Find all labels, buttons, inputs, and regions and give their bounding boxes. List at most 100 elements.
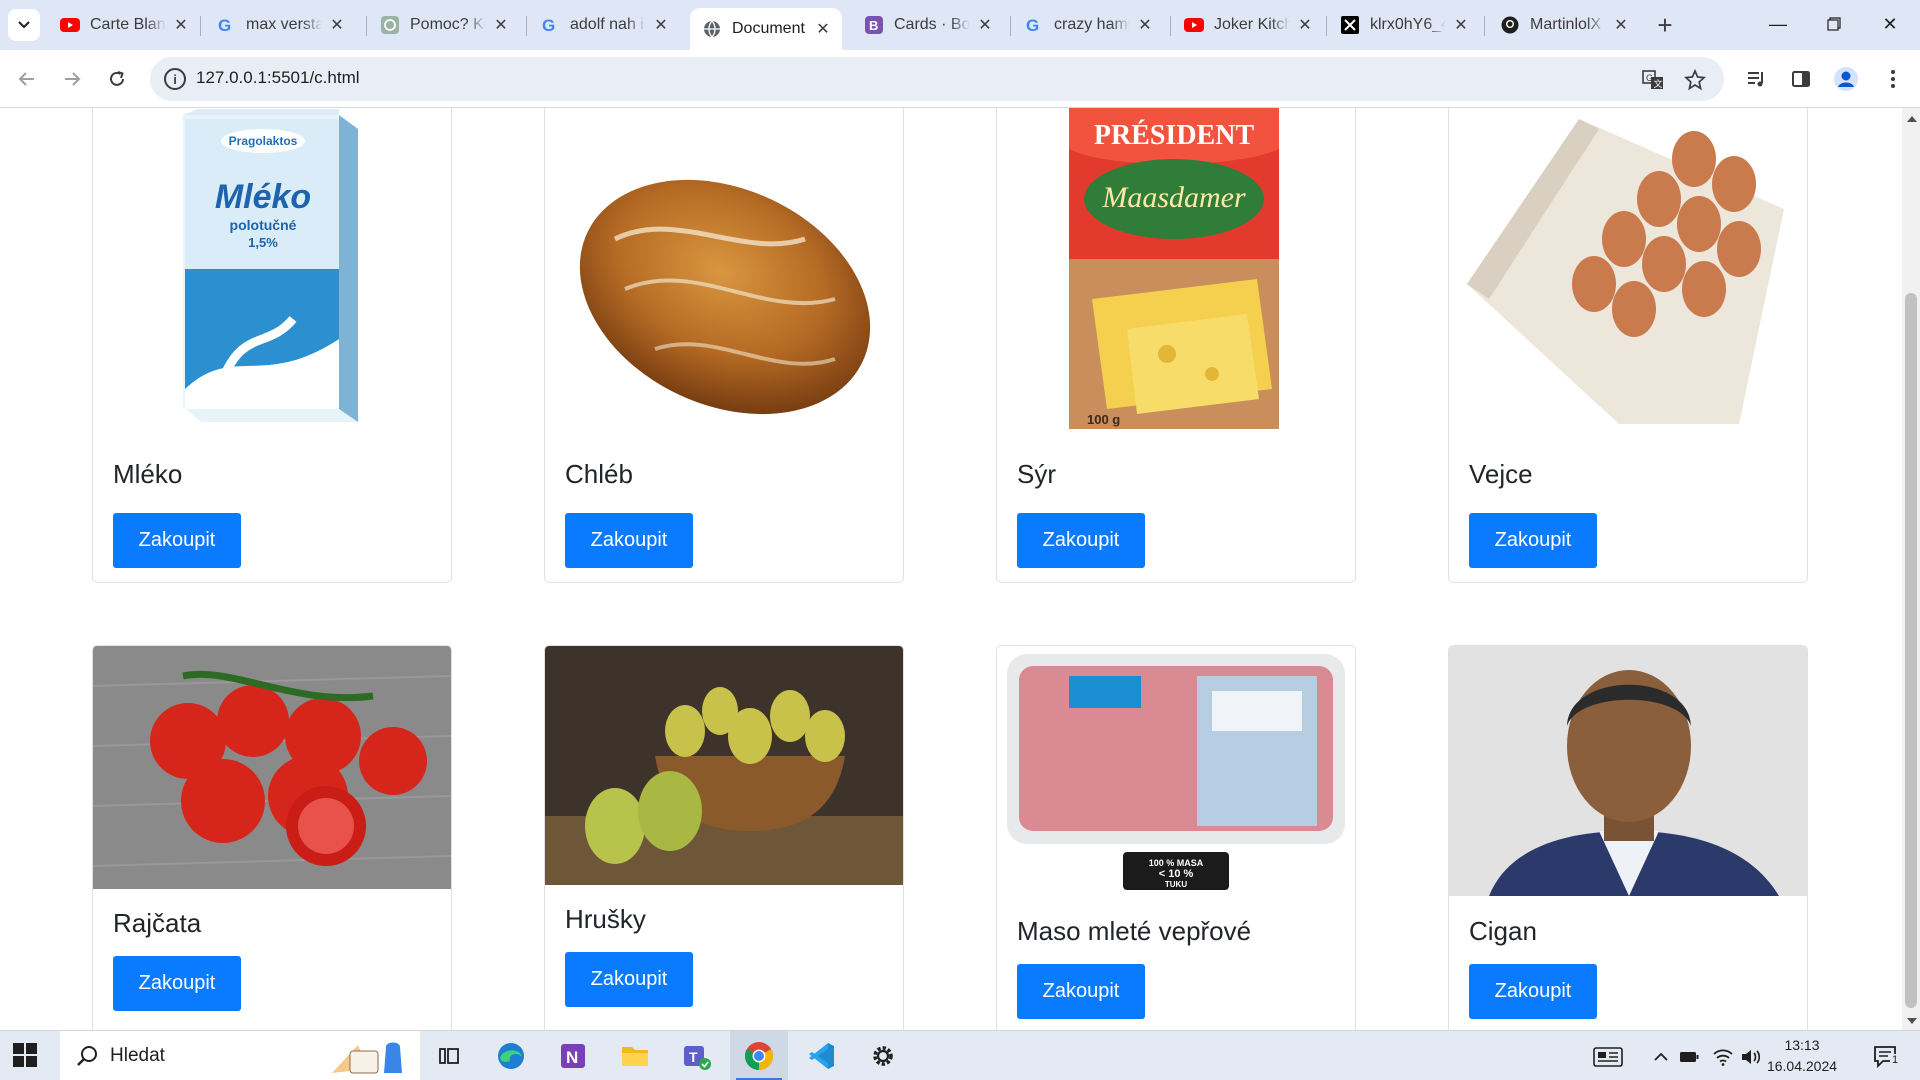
- svg-text:Mléko: Mléko: [215, 178, 311, 216]
- product-card-cigan: Cigan Zakoupit: [1448, 645, 1808, 1030]
- media-control-icon[interactable]: [1742, 64, 1772, 94]
- taskbar-vscode[interactable]: [792, 1031, 850, 1080]
- close-icon[interactable]: ✕: [1296, 16, 1314, 34]
- close-icon[interactable]: ✕: [1136, 16, 1154, 34]
- taskbar-teams[interactable]: T: [668, 1031, 726, 1080]
- buy-button-maso[interactable]: Zakoupit: [1017, 964, 1145, 1019]
- new-tab-button[interactable]: +: [1650, 10, 1680, 40]
- clock-date: 16.04.2024: [1766, 1058, 1838, 1074]
- wifi-icon[interactable]: [1710, 1044, 1736, 1070]
- close-icon[interactable]: ✕: [652, 16, 670, 34]
- translate-icon[interactable]: G文: [1640, 67, 1666, 93]
- taskbar-search-box[interactable]: Hledat: [60, 1031, 420, 1080]
- tab-label: crazy hamster: [1054, 16, 1130, 33]
- vertical-scrollbar[interactable]: [1902, 108, 1920, 1030]
- github-icon: [1500, 15, 1520, 35]
- product-card-chleb: Chléb Zakoupit: [544, 108, 904, 583]
- tab-chatgpt[interactable]: Pomoc? Kartáč ✕: [368, 8, 520, 42]
- buy-button-hrusky[interactable]: Zakoupit: [565, 952, 693, 1007]
- svg-text:G: G: [542, 16, 555, 34]
- tab-search-button[interactable]: [8, 9, 40, 41]
- google-icon: G: [1024, 15, 1044, 35]
- restore-button[interactable]: [1806, 0, 1862, 48]
- windows-start-button[interactable]: [12, 1042, 38, 1068]
- windows-taskbar: Hledat N T 13:13 16.04.2024 1: [0, 1030, 1920, 1080]
- tab-google-search-2[interactable]: G adolf nah i ✕: [528, 8, 680, 42]
- close-icon[interactable]: ✕: [492, 16, 510, 34]
- tab-google-search-3[interactable]: G crazy hamster ✕: [1012, 8, 1164, 42]
- bookmark-star-icon[interactable]: [1682, 67, 1708, 93]
- arrow-right-icon: [65, 72, 81, 86]
- svg-text:文: 文: [1654, 78, 1663, 89]
- svg-text:100 % MASA: 100 % MASA: [1149, 858, 1204, 868]
- taskbar-chrome[interactable]: [730, 1031, 788, 1080]
- taskbar-onenote[interactable]: N: [544, 1031, 602, 1080]
- svg-text:Pragolaktos: Pragolaktos: [229, 134, 298, 148]
- buy-button-syr[interactable]: Zakoupit: [1017, 513, 1145, 568]
- plus-icon: +: [1657, 9, 1673, 40]
- tab-github[interactable]: MartinlolX ✕: [1488, 8, 1640, 42]
- tab-youtube-carte-blanche[interactable]: Carte Blanche ✕: [48, 8, 200, 42]
- man-portrait-image: [1449, 646, 1807, 896]
- edge-icon: [498, 1043, 524, 1069]
- scroll-down-arrow-icon[interactable]: [1907, 1018, 1917, 1024]
- news-widget-icon[interactable]: [1592, 1044, 1624, 1070]
- svg-text:G: G: [218, 16, 231, 34]
- profile-avatar-icon[interactable]: [1831, 64, 1861, 94]
- scroll-up-arrow-icon[interactable]: [1907, 116, 1917, 122]
- search-icon: [77, 1046, 97, 1066]
- buy-button-chleb[interactable]: Zakoupit: [565, 513, 693, 568]
- close-icon[interactable]: ✕: [328, 16, 346, 34]
- tab-bootstrap-cards[interactable]: B Cards · Bootstrap ✕: [852, 8, 1004, 42]
- side-panel-icon[interactable]: [1786, 64, 1816, 94]
- globe-icon: [702, 19, 722, 39]
- url-text[interactable]: 127.0.0.1:5501/c.html: [196, 68, 360, 88]
- back-button[interactable]: [10, 62, 44, 96]
- onenote-icon: N: [561, 1044, 585, 1068]
- tab-label: klrx0hY6_4: [1370, 16, 1446, 33]
- close-icon[interactable]: ✕: [814, 20, 832, 38]
- cheese-package-image: PRÉSIDENT Maasdamer 100 g: [997, 108, 1355, 429]
- buy-button-vejce[interactable]: Zakoupit: [1469, 513, 1597, 568]
- close-icon[interactable]: ✕: [172, 16, 190, 34]
- milk-carton-image: Pragolaktos Mléko polotučné 1,5%: [93, 108, 451, 429]
- taskbar-settings[interactable]: [854, 1031, 912, 1080]
- tab-youtube-joker[interactable]: Joker Kitchen ✕: [1172, 8, 1324, 42]
- taskbar-edge[interactable]: [482, 1031, 540, 1080]
- svg-text:100 g: 100 g: [1087, 412, 1120, 427]
- taskbar-task-view[interactable]: [420, 1031, 478, 1080]
- tab-google-search[interactable]: G max verstappen ✕: [204, 8, 356, 42]
- svg-text:Maasdamer: Maasdamer: [1101, 181, 1246, 214]
- close-icon[interactable]: ✕: [976, 16, 994, 34]
- tab-label: Document: [732, 20, 805, 37]
- reload-button[interactable]: [100, 62, 134, 96]
- speaker-icon[interactable]: [1738, 1044, 1764, 1070]
- buy-button-rajcata[interactable]: Zakoupit: [113, 956, 241, 1011]
- tab-x[interactable]: klrx0hY6_4 ✕: [1328, 8, 1480, 42]
- close-icon[interactable]: ✕: [1612, 16, 1630, 34]
- tab-label: Carte Blanche: [90, 16, 166, 33]
- battery-icon[interactable]: [1676, 1044, 1702, 1070]
- svg-text:G: G: [1026, 16, 1039, 34]
- minimize-button[interactable]: —: [1750, 0, 1806, 48]
- product-title: Mléko: [113, 459, 183, 489]
- tab-document-active[interactable]: Document ✕: [690, 8, 842, 50]
- system-clock[interactable]: 13:13 16.04.2024: [1762, 1035, 1842, 1077]
- notification-center[interactable]: 1: [1868, 1044, 1904, 1070]
- teams-icon: T: [684, 1046, 711, 1070]
- buy-button-mleko[interactable]: Zakoupit: [113, 513, 241, 568]
- site-info-icon[interactable]: i: [164, 68, 186, 90]
- buy-button-cigan[interactable]: Zakoupit: [1469, 964, 1597, 1019]
- more-menu-icon[interactable]: [1878, 64, 1908, 94]
- product-title: Sýr: [1017, 459, 1056, 489]
- youtube-icon: [60, 15, 80, 35]
- chevron-up-icon[interactable]: [1648, 1044, 1674, 1070]
- address-bar[interactable]: i 127.0.0.1:5501/c.html G文: [150, 57, 1724, 101]
- x-icon: [1340, 15, 1360, 35]
- close-icon[interactable]: ✕: [1452, 16, 1470, 34]
- taskbar-file-explorer[interactable]: [606, 1031, 664, 1080]
- scrollbar-thumb[interactable]: [1905, 293, 1917, 1008]
- svg-text:PRÉSIDENT: PRÉSIDENT: [1094, 120, 1255, 151]
- close-window-button[interactable]: ✕: [1862, 0, 1918, 48]
- forward-button[interactable]: [55, 62, 89, 96]
